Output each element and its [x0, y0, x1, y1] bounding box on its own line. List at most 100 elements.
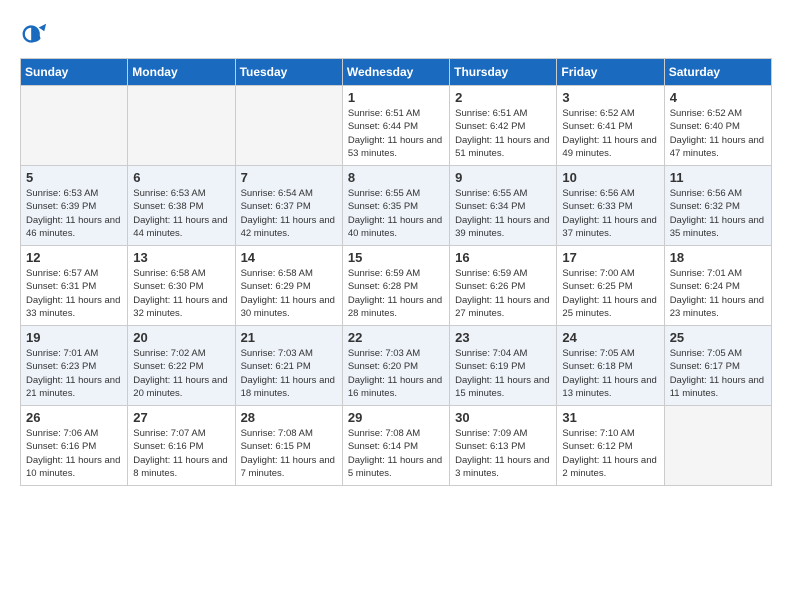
day-number: 16	[455, 250, 551, 265]
day-number: 23	[455, 330, 551, 345]
calendar-week-row: 12 Sunrise: 6:57 AMSunset: 6:31 PMDayligh…	[21, 246, 772, 326]
calendar-cell	[21, 86, 128, 166]
day-number: 26	[26, 410, 122, 425]
calendar-cell: 27 Sunrise: 7:07 AMSunset: 6:16 PMDayligh…	[128, 406, 235, 486]
calendar-cell: 12 Sunrise: 6:57 AMSunset: 6:31 PMDayligh…	[21, 246, 128, 326]
calendar-cell: 13 Sunrise: 6:58 AMSunset: 6:30 PMDayligh…	[128, 246, 235, 326]
day-number: 8	[348, 170, 444, 185]
weekday-header-saturday: Saturday	[664, 59, 771, 86]
day-number: 13	[133, 250, 229, 265]
day-info: Sunrise: 6:54 AMSunset: 6:37 PMDaylight:…	[241, 187, 337, 240]
day-number: 6	[133, 170, 229, 185]
day-info: Sunrise: 6:59 AMSunset: 6:28 PMDaylight:…	[348, 267, 444, 320]
calendar-week-row: 19 Sunrise: 7:01 AMSunset: 6:23 PMDayligh…	[21, 326, 772, 406]
calendar-cell: 31 Sunrise: 7:10 AMSunset: 6:12 PMDayligh…	[557, 406, 664, 486]
day-number: 20	[133, 330, 229, 345]
day-number: 18	[670, 250, 766, 265]
calendar-header: SundayMondayTuesdayWednesdayThursdayFrid…	[21, 59, 772, 86]
calendar-cell: 16Sunrise: 6:59 AMSunset: 6:26 PMDayligh…	[450, 246, 557, 326]
day-info: Sunrise: 7:01 AMSunset: 6:23 PMDaylight:…	[26, 347, 122, 400]
day-number: 11	[670, 170, 766, 185]
logo	[20, 20, 52, 48]
day-number: 30	[455, 410, 551, 425]
day-info: Sunrise: 6:55 AMSunset: 6:34 PMDaylight:…	[455, 187, 551, 240]
day-number: 29	[348, 410, 444, 425]
day-info: Sunrise: 7:00 AMSunset: 6:25 PMDaylight:…	[562, 267, 658, 320]
day-number: 27	[133, 410, 229, 425]
day-info: Sunrise: 7:07 AMSunset: 6:16 PMDaylight:…	[133, 427, 229, 480]
day-number: 14	[241, 250, 337, 265]
day-number: 10	[562, 170, 658, 185]
day-number: 15	[348, 250, 444, 265]
day-info: Sunrise: 6:51 AMSunset: 6:44 PMDaylight:…	[348, 107, 444, 160]
day-info: Sunrise: 7:01 AMSunset: 6:24 PMDaylight:…	[670, 267, 766, 320]
calendar-cell: 18 Sunrise: 7:01 AMSunset: 6:24 PMDayligh…	[664, 246, 771, 326]
weekday-header-wednesday: Wednesday	[342, 59, 449, 86]
day-info: Sunrise: 6:58 AMSunset: 6:30 PMDaylight:…	[133, 267, 229, 320]
calendar-cell: 26 Sunrise: 7:06 AMSunset: 6:16 PMDayligh…	[21, 406, 128, 486]
calendar-cell: 7 Sunrise: 6:54 AMSunset: 6:37 PMDaylight…	[235, 166, 342, 246]
day-info: Sunrise: 7:03 AMSunset: 6:21 PMDaylight:…	[241, 347, 337, 400]
calendar-cell: 11 Sunrise: 6:56 AMSunset: 6:32 PMDayligh…	[664, 166, 771, 246]
weekday-header-friday: Friday	[557, 59, 664, 86]
day-number: 5	[26, 170, 122, 185]
weekday-header-thursday: Thursday	[450, 59, 557, 86]
day-number: 4	[670, 90, 766, 105]
day-number: 9	[455, 170, 551, 185]
day-info: Sunrise: 7:08 AMSunset: 6:14 PMDaylight:…	[348, 427, 444, 480]
calendar-week-row: 1 Sunrise: 6:51 AMSunset: 6:44 PMDaylight…	[21, 86, 772, 166]
day-number: 7	[241, 170, 337, 185]
calendar-body: 1 Sunrise: 6:51 AMSunset: 6:44 PMDaylight…	[21, 86, 772, 486]
calendar-cell: 17 Sunrise: 7:00 AMSunset: 6:25 PMDayligh…	[557, 246, 664, 326]
day-number: 31	[562, 410, 658, 425]
day-info: Sunrise: 7:06 AMSunset: 6:16 PMDaylight:…	[26, 427, 122, 480]
day-number: 25	[670, 330, 766, 345]
day-info: Sunrise: 6:58 AMSunset: 6:29 PMDaylight:…	[241, 267, 337, 320]
calendar-cell: 21 Sunrise: 7:03 AMSunset: 6:21 PMDayligh…	[235, 326, 342, 406]
calendar-cell: 2Sunrise: 6:51 AMSunset: 6:42 PMDaylight…	[450, 86, 557, 166]
day-info: Sunrise: 7:03 AMSunset: 6:20 PMDaylight:…	[348, 347, 444, 400]
calendar-cell: 23 Sunrise: 7:04 AMSunset: 6:19 PMDayligh…	[450, 326, 557, 406]
calendar-cell: 1 Sunrise: 6:51 AMSunset: 6:44 PMDaylight…	[342, 86, 449, 166]
calendar-cell: 5 Sunrise: 6:53 AMSunset: 6:39 PMDaylight…	[21, 166, 128, 246]
calendar-cell	[128, 86, 235, 166]
day-info: Sunrise: 7:04 AMSunset: 6:19 PMDaylight:…	[455, 347, 551, 400]
day-info: Sunrise: 6:55 AMSunset: 6:35 PMDaylight:…	[348, 187, 444, 240]
calendar-cell: 22 Sunrise: 7:03 AMSunset: 6:20 PMDayligh…	[342, 326, 449, 406]
calendar-week-row: 26 Sunrise: 7:06 AMSunset: 6:16 PMDayligh…	[21, 406, 772, 486]
calendar-cell: 3 Sunrise: 6:52 AMSunset: 6:41 PMDaylight…	[557, 86, 664, 166]
day-number: 21	[241, 330, 337, 345]
day-info: Sunrise: 6:56 AMSunset: 6:33 PMDaylight:…	[562, 187, 658, 240]
day-number: 22	[348, 330, 444, 345]
calendar-cell: 19 Sunrise: 7:01 AMSunset: 6:23 PMDayligh…	[21, 326, 128, 406]
calendar-cell: 30 Sunrise: 7:09 AMSunset: 6:13 PMDayligh…	[450, 406, 557, 486]
calendar-cell: 28Sunrise: 7:08 AMSunset: 6:15 PMDayligh…	[235, 406, 342, 486]
calendar-table: SundayMondayTuesdayWednesdayThursdayFrid…	[20, 58, 772, 486]
day-info: Sunrise: 7:10 AMSunset: 6:12 PMDaylight:…	[562, 427, 658, 480]
day-number: 2	[455, 90, 551, 105]
weekday-header-tuesday: Tuesday	[235, 59, 342, 86]
calendar-cell: 4Sunrise: 6:52 AMSunset: 6:40 PMDaylight…	[664, 86, 771, 166]
day-info: Sunrise: 6:52 AMSunset: 6:41 PMDaylight:…	[562, 107, 658, 160]
day-number: 17	[562, 250, 658, 265]
calendar-cell: 15 Sunrise: 6:59 AMSunset: 6:28 PMDayligh…	[342, 246, 449, 326]
logo-icon	[20, 20, 48, 48]
day-info: Sunrise: 6:56 AMSunset: 6:32 PMDaylight:…	[670, 187, 766, 240]
day-info: Sunrise: 6:53 AMSunset: 6:39 PMDaylight:…	[26, 187, 122, 240]
day-info: Sunrise: 7:02 AMSunset: 6:22 PMDaylight:…	[133, 347, 229, 400]
calendar-cell	[664, 406, 771, 486]
day-info: Sunrise: 6:57 AMSunset: 6:31 PMDaylight:…	[26, 267, 122, 320]
day-number: 19	[26, 330, 122, 345]
weekday-row: SundayMondayTuesdayWednesdayThursdayFrid…	[21, 59, 772, 86]
calendar-cell: 20 Sunrise: 7:02 AMSunset: 6:22 PMDayligh…	[128, 326, 235, 406]
calendar-cell: 24Sunrise: 7:05 AMSunset: 6:18 PMDayligh…	[557, 326, 664, 406]
day-number: 28	[241, 410, 337, 425]
day-info: Sunrise: 7:09 AMSunset: 6:13 PMDaylight:…	[455, 427, 551, 480]
day-number: 1	[348, 90, 444, 105]
weekday-header-sunday: Sunday	[21, 59, 128, 86]
calendar-cell: 10 Sunrise: 6:56 AMSunset: 6:33 PMDayligh…	[557, 166, 664, 246]
day-number: 12	[26, 250, 122, 265]
day-info: Sunrise: 6:53 AMSunset: 6:38 PMDaylight:…	[133, 187, 229, 240]
calendar-cell: 6 Sunrise: 6:53 AMSunset: 6:38 PMDaylight…	[128, 166, 235, 246]
day-number: 3	[562, 90, 658, 105]
